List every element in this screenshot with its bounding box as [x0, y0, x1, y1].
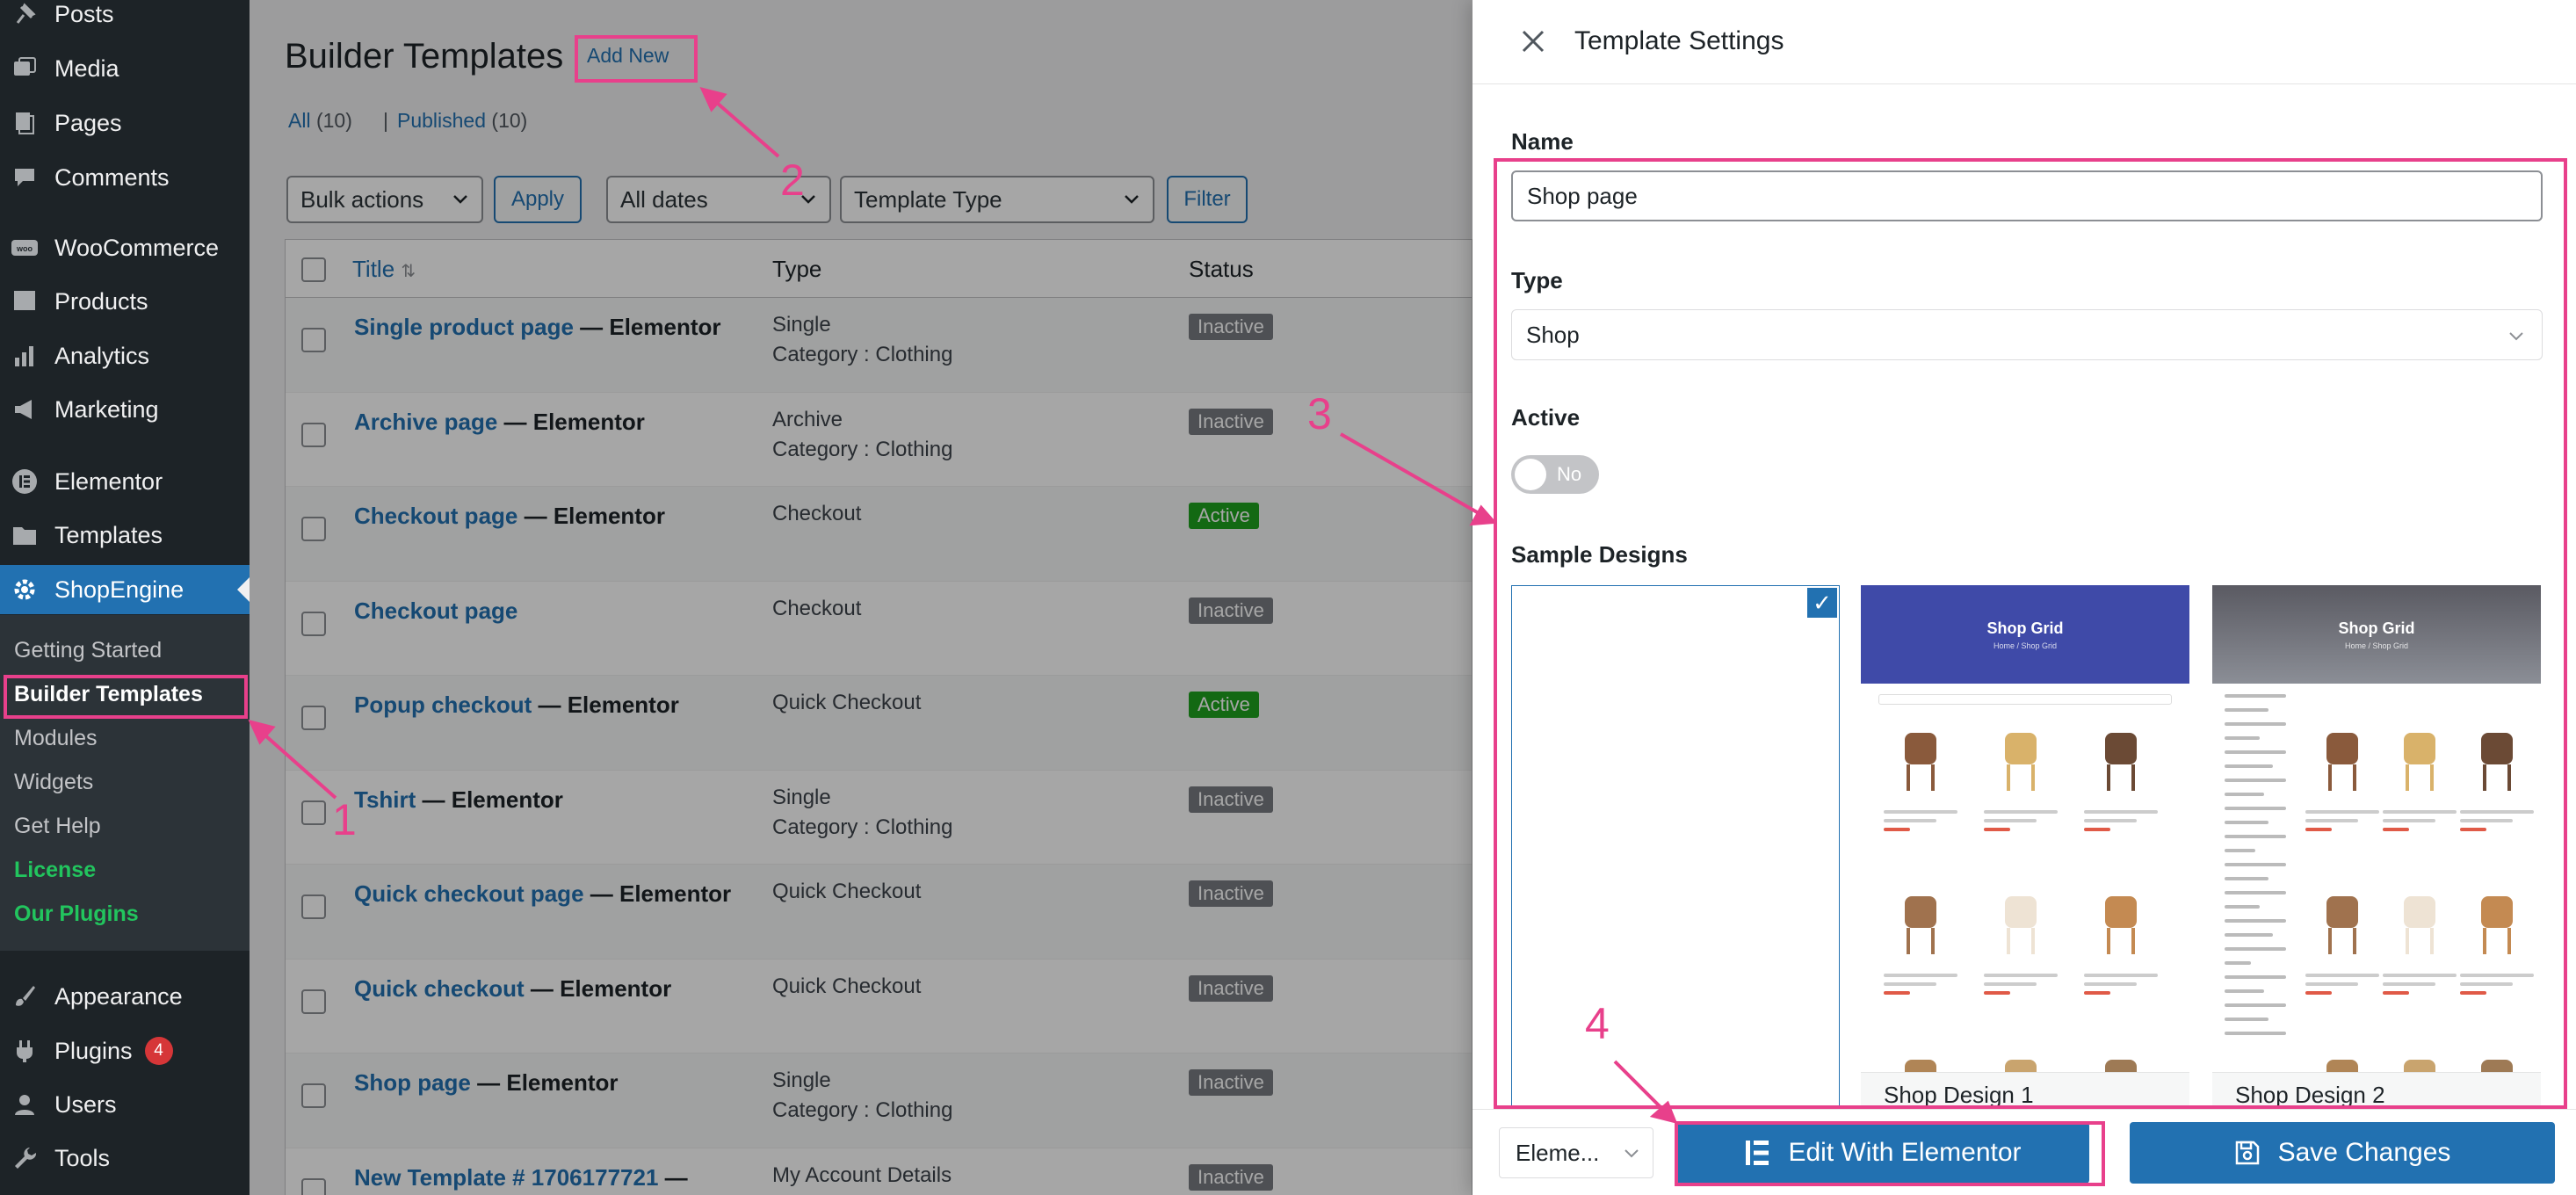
menu-item-posts[interactable]: Posts: [0, 0, 250, 39]
plugins-update-badge: 4: [144, 1037, 173, 1065]
menu-item-comments[interactable]: Comments: [0, 153, 250, 202]
menu-label: Elementor: [54, 467, 163, 495]
menu-label: Analytics: [54, 342, 150, 369]
annotation-box-edit-button: [1675, 1121, 2105, 1186]
plug-icon: [9, 1035, 40, 1067]
menu-label: Posts: [54, 0, 114, 27]
menu-item-analytics[interactable]: Analytics: [0, 331, 250, 380]
save-changes-button[interactable]: Save Changes: [2130, 1122, 2555, 1184]
gear-icon: [9, 574, 40, 605]
menu-item-media[interactable]: Media: [0, 44, 250, 93]
media-icon: [9, 53, 40, 84]
brush-icon: [9, 981, 40, 1012]
analytics-icon: [9, 340, 40, 372]
menu-label: WooCommerce: [54, 234, 220, 261]
modal-backdrop[interactable]: [250, 0, 1473, 1195]
annotation-number-4: 4: [1585, 999, 1610, 1048]
submenu-license[interactable]: License: [14, 852, 96, 887]
admin-sidebar: Posts Media Pages Comments woo WooCommer…: [0, 0, 250, 1195]
submenu-our-plugins[interactable]: Our Plugins: [14, 896, 139, 931]
menu-item-users[interactable]: Users: [0, 1080, 250, 1129]
menu-label: ShopEngine: [54, 576, 185, 603]
annotation-box-add-new: [575, 35, 698, 83]
menu-label: Pages: [54, 109, 122, 136]
folder-icon: [9, 519, 40, 551]
products-icon: [9, 286, 40, 317]
shopengine-submenu: Getting Started Builder Templates Module…: [0, 615, 250, 951]
user-icon: [9, 1089, 40, 1120]
annotation-number-3: 3: [1307, 389, 1332, 438]
menu-item-marketing[interactable]: Marketing: [0, 385, 250, 434]
current-arrow: [237, 577, 250, 602]
submenu-modules[interactable]: Modules: [14, 721, 98, 756]
menu-label: Appearance: [54, 982, 183, 1010]
menu-item-elementor[interactable]: Elementor: [0, 457, 250, 506]
menu-label: Products: [54, 287, 148, 315]
name-label: Name: [1511, 128, 1574, 155]
annotation-box-settings-form: [1494, 158, 2567, 1109]
woo-icon: woo: [9, 232, 40, 264]
menu-label: Comments: [54, 163, 170, 191]
menu-item-plugins[interactable]: Plugins 4: [0, 1026, 250, 1076]
menu-item-pages[interactable]: Pages: [0, 98, 250, 148]
menu-label: Plugins: [54, 1037, 133, 1064]
menu-label: Media: [54, 54, 119, 82]
submenu-widgets[interactable]: Widgets: [14, 764, 93, 800]
menu-item-products[interactable]: Products: [0, 277, 250, 326]
menu-label: Users: [54, 1090, 117, 1118]
menu-item-shopengine[interactable]: ShopEngine: [0, 565, 250, 614]
close-icon[interactable]: [1520, 28, 1546, 54]
annotation-box-builder-templates: [4, 675, 248, 719]
menu-item-templates[interactable]: Templates: [0, 511, 250, 560]
megaphone-icon: [9, 394, 40, 425]
comment-icon: [9, 162, 40, 193]
menu-label: Marketing: [54, 395, 159, 423]
menu-label: Templates: [54, 521, 163, 548]
save-icon: [2235, 1141, 2259, 1165]
svg-text:woo: woo: [16, 244, 33, 253]
submenu-get-help[interactable]: Get Help: [14, 808, 101, 844]
annotation-number-1: 1: [332, 795, 357, 844]
menu-label: Tools: [54, 1144, 111, 1171]
annotation-number-2: 2: [780, 156, 805, 205]
menu-item-woocommerce[interactable]: woo WooCommerce: [0, 223, 250, 272]
pages-icon: [9, 107, 40, 139]
panel-header: Template Settings: [1473, 0, 2576, 84]
elementor-icon: [9, 466, 40, 497]
panel-title: Template Settings: [1574, 26, 1784, 55]
menu-item-tools[interactable]: Tools: [0, 1133, 250, 1183]
submenu-getting-started[interactable]: Getting Started: [14, 633, 162, 668]
chevron-down-icon: [1624, 1149, 1639, 1158]
pin-icon: [9, 0, 40, 30]
editor-select[interactable]: Eleme...: [1499, 1127, 1653, 1178]
menu-item-appearance[interactable]: Appearance: [0, 972, 250, 1021]
wrench-icon: [9, 1142, 40, 1174]
